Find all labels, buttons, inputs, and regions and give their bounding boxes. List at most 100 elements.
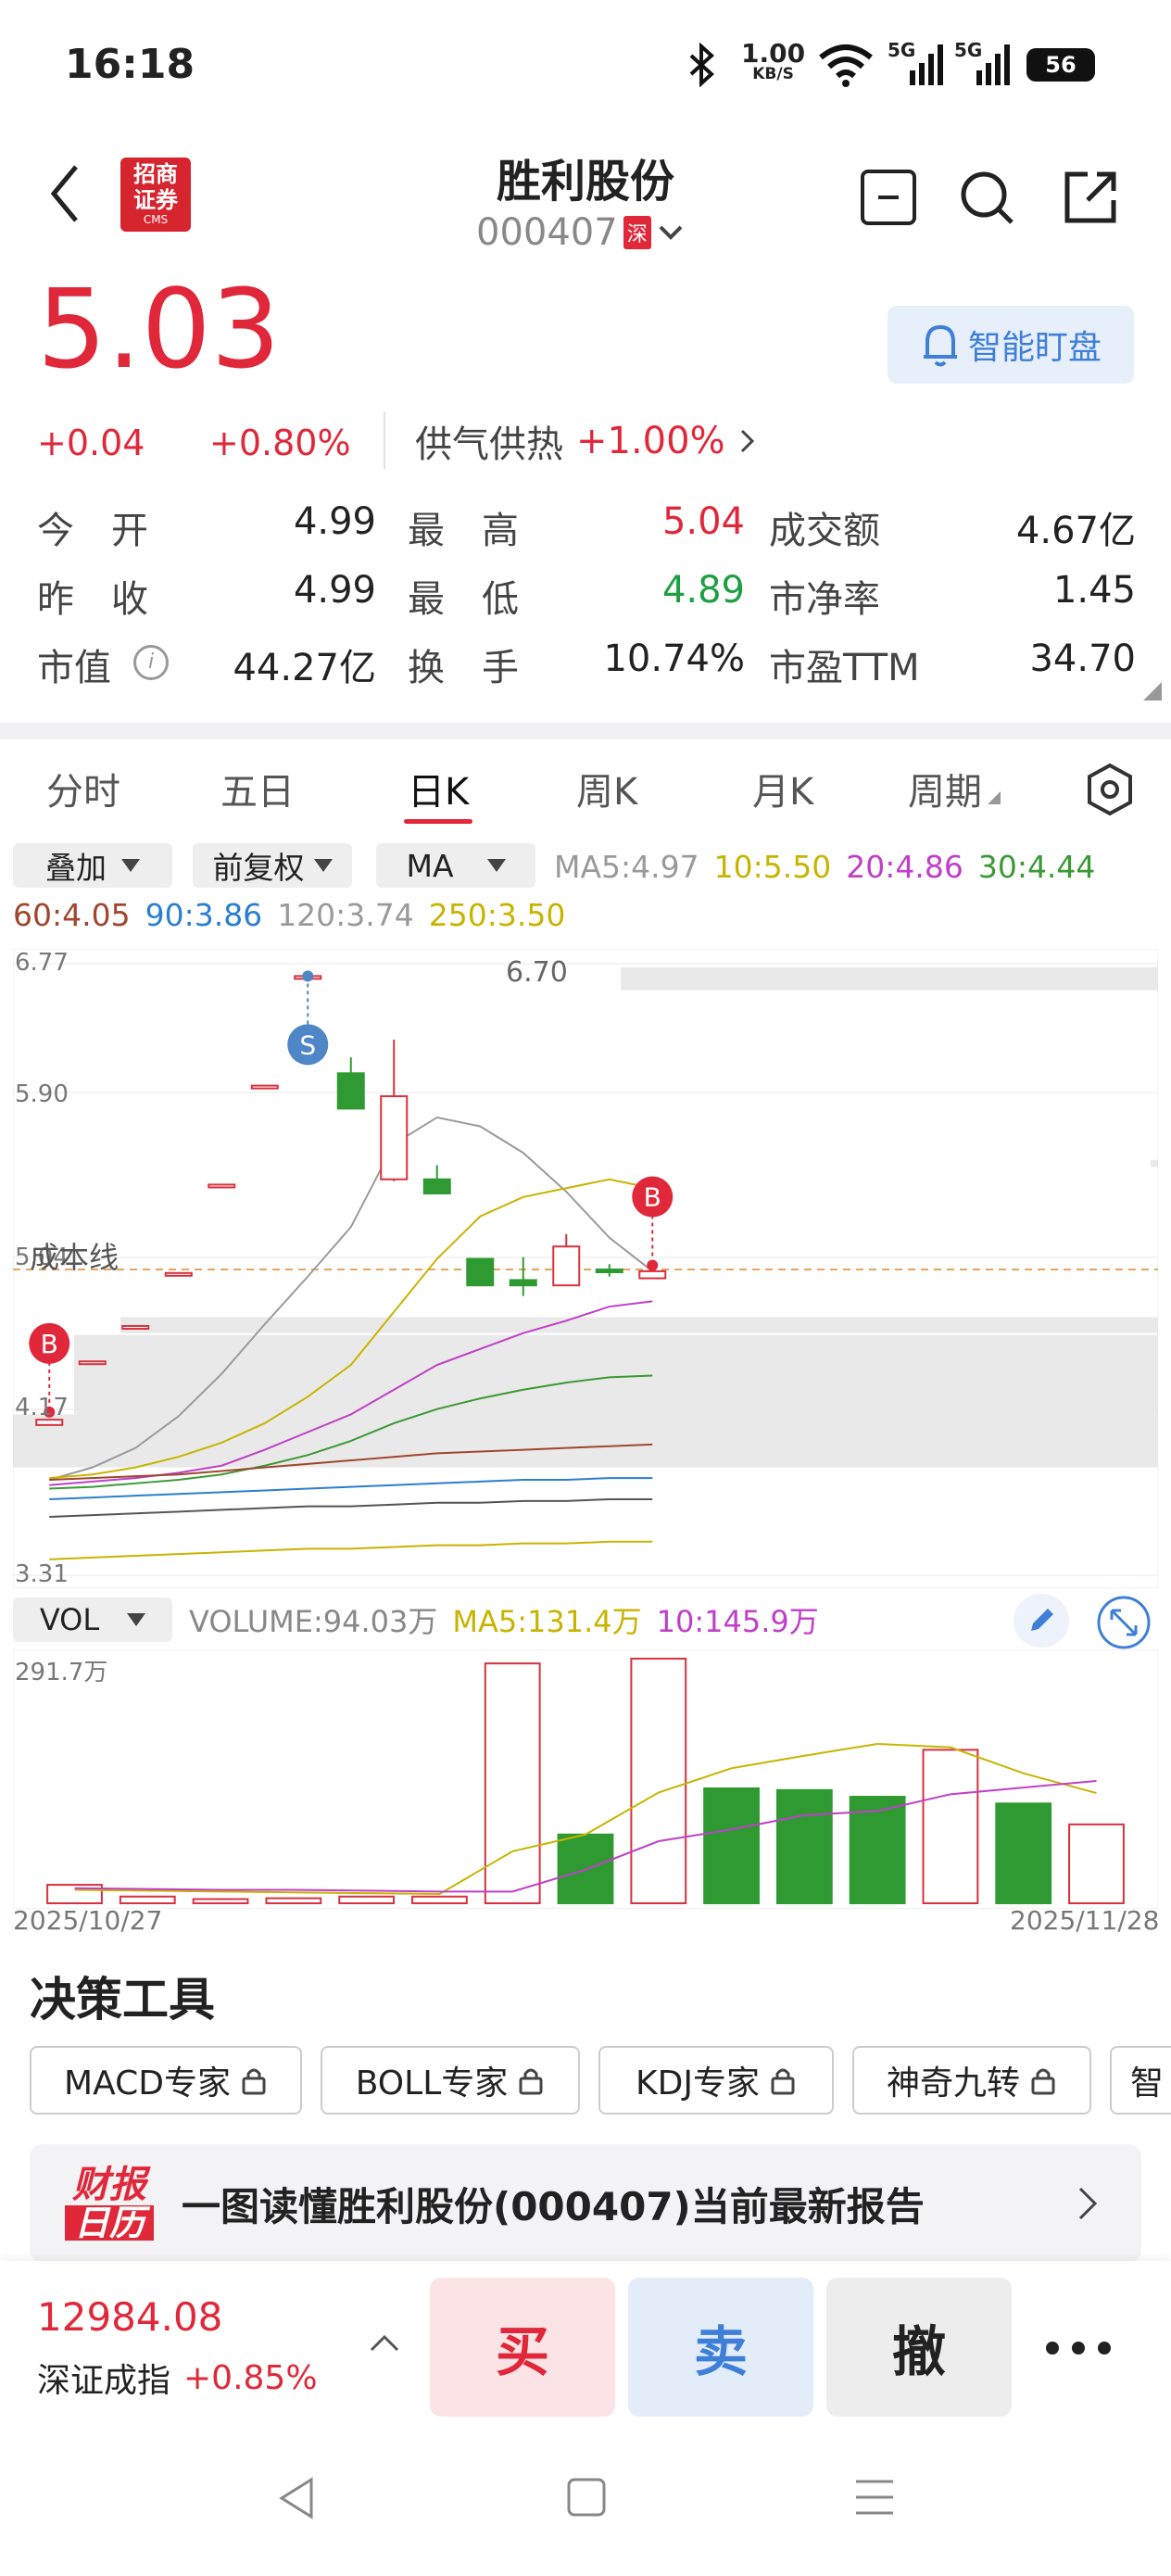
signal-bars-icon xyxy=(910,44,943,85)
trade-bar: 12984.08 深证成指 +0.85% 买 卖 撤 xyxy=(0,2261,1171,2428)
tool-label: 神奇九转 xyxy=(886,2065,1020,2102)
max-price-label: 6.70 xyxy=(506,956,568,989)
tab-0[interactable]: 分时 xyxy=(46,762,120,815)
marker-label: B xyxy=(41,1329,58,1359)
stat-label: 换 手 xyxy=(408,647,519,689)
ma-legend-item: 250:3.50 xyxy=(428,896,566,933)
sector-name: 供气供热 xyxy=(415,423,563,466)
stat-label: 成交额 xyxy=(769,510,880,552)
overlay-dropdown[interactable]: 叠加 xyxy=(13,843,172,888)
kline-chart[interactable]: SBB 6.77 5.90 5.04 4.17 3.31 成本线 6.70 xyxy=(13,949,1158,1588)
marker-dot xyxy=(647,1259,659,1271)
indicator-dropdown[interactable]: MA xyxy=(376,843,535,888)
volume-bar xyxy=(265,1897,322,1904)
adjust-label: 前复权 xyxy=(212,850,305,886)
tool-button[interactable]: BOLL专家 xyxy=(321,2046,580,2115)
triangle-corner-icon xyxy=(988,791,1001,804)
report-logo: 财报 日历 xyxy=(65,2166,154,2241)
vol-label: VOL xyxy=(39,1602,100,1637)
volume-header: VOL VOLUME:94.03万 MA5:131.4万 10:145.9万 xyxy=(0,1594,1171,1649)
tab-2[interactable]: 日K xyxy=(404,762,473,824)
chip-band xyxy=(120,1317,1158,1333)
search-icon[interactable] xyxy=(958,169,1017,228)
share-icon[interactable] xyxy=(1060,167,1121,228)
buy-button[interactable]: 买 xyxy=(430,2278,615,2417)
signal-2: 5G xyxy=(954,39,1012,87)
index-name: 深证成指 xyxy=(37,2362,171,2400)
network-speed: 1.00 KB/S xyxy=(741,41,805,82)
speed-value: 1.00 xyxy=(741,38,806,69)
lock-icon xyxy=(1031,2068,1055,2095)
sell-label: 卖 xyxy=(693,2320,748,2383)
battery-level: 56 xyxy=(1045,52,1077,78)
tab-3[interactable]: 周K xyxy=(576,762,637,815)
candle-body xyxy=(509,1279,537,1287)
report-logo-top: 财报 xyxy=(72,2164,146,2206)
index-value: 12984.08 xyxy=(37,2294,223,2340)
chart-controls: 叠加 前复权 MA MA5:4.97 10:5.50 20:4.86 30:4.44 … xyxy=(0,838,1171,949)
chevron-up-icon[interactable] xyxy=(369,2331,400,2354)
tool-button[interactable]: 智 xyxy=(1110,2046,1171,2115)
fullscreen-icon[interactable] xyxy=(1095,1594,1152,1651)
tool-button[interactable]: MACD专家 xyxy=(30,2046,302,2115)
tab-label: 五日 xyxy=(220,771,295,814)
stat-value: 4.89 xyxy=(661,569,745,612)
more-icon[interactable] xyxy=(1043,2339,1114,2357)
tool-label: KDJ专家 xyxy=(636,2065,760,2102)
candle-body xyxy=(422,1178,451,1194)
report-banner[interactable]: 财报 日历 一图读懂胜利股份(000407)当前最新报告 xyxy=(30,2144,1141,2263)
divider xyxy=(384,411,385,469)
y-tick-label: 3.31 xyxy=(15,1560,69,1588)
settings-icon[interactable] xyxy=(1084,762,1136,817)
triangle-down-icon xyxy=(486,859,506,872)
period-tabs: 分时 五日 日K 周K 月K 周期 xyxy=(0,741,1171,838)
x-start-label: 2025/10/27 xyxy=(13,1905,163,1936)
sell-button[interactable]: 卖 xyxy=(628,2278,813,2417)
minus-square-icon[interactable] xyxy=(860,169,917,226)
volume-ma10: 10:145.9万 xyxy=(656,1604,819,1639)
tab-1[interactable]: 五日 xyxy=(220,762,295,815)
candle-body xyxy=(638,1269,667,1280)
tab-5[interactable]: 周期 xyxy=(908,762,1001,815)
edit-button[interactable] xyxy=(1014,1594,1069,1648)
stock-code-selector[interactable]: 000407 深 xyxy=(476,208,685,258)
index-change: +0.85% xyxy=(183,2358,318,2397)
chevron-right-icon xyxy=(740,429,754,453)
pencil-icon xyxy=(1031,1609,1053,1631)
ma-values-line1: MA5:4.97 10:5.50 20:4.86 30:4.44 xyxy=(554,845,1110,888)
stat-label: 昨 收 xyxy=(37,578,148,621)
nav-home-icon[interactable] xyxy=(565,2476,608,2519)
active-tab-underline xyxy=(404,819,473,824)
info-icon[interactable]: i xyxy=(133,645,169,680)
sector-link[interactable]: 供气供热 +1.00% xyxy=(415,413,757,469)
candle-body xyxy=(595,1269,623,1273)
stat-label: 市净率 xyxy=(769,578,880,621)
buy-label: 买 xyxy=(495,2320,549,2383)
smart-watch-button[interactable]: 智能盯盘 xyxy=(888,306,1134,384)
stat-value: 44.27亿 xyxy=(233,647,376,689)
stat-label: 今 开 xyxy=(37,510,148,552)
tool-button[interactable]: KDJ专家 xyxy=(598,2046,834,2115)
candle-body xyxy=(121,1325,150,1331)
triangle-down-icon xyxy=(313,859,333,872)
adjust-dropdown[interactable]: 前复权 xyxy=(193,843,352,888)
cancel-button[interactable]: 撤 xyxy=(826,2278,1012,2417)
nav-back-icon[interactable] xyxy=(274,2474,319,2522)
ma-legend-item: 20:4.86 xyxy=(846,848,963,885)
marker-dot xyxy=(302,970,314,982)
back-icon[interactable] xyxy=(46,161,83,226)
lock-icon xyxy=(242,2068,266,2095)
index-info: 深证成指 +0.85% xyxy=(37,2354,318,2402)
expand-corner-icon[interactable] xyxy=(1143,682,1162,701)
nav-menu-icon[interactable] xyxy=(852,2476,897,2519)
stat-value: 34.70 xyxy=(1029,638,1136,680)
candle-body xyxy=(164,1271,193,1277)
tab-4[interactable]: 月K xyxy=(752,762,813,815)
chevron-down-icon xyxy=(659,225,683,240)
chip-band xyxy=(621,966,1158,991)
volume-chart[interactable]: 291.7万 2025/10/27 2025/11/28 xyxy=(13,1649,1159,1936)
vol-dropdown[interactable]: VOL xyxy=(13,1597,172,1642)
tool-button[interactable]: 神奇九转 xyxy=(852,2046,1091,2115)
chip-band xyxy=(13,1414,1158,1468)
section-gap xyxy=(0,723,1171,739)
